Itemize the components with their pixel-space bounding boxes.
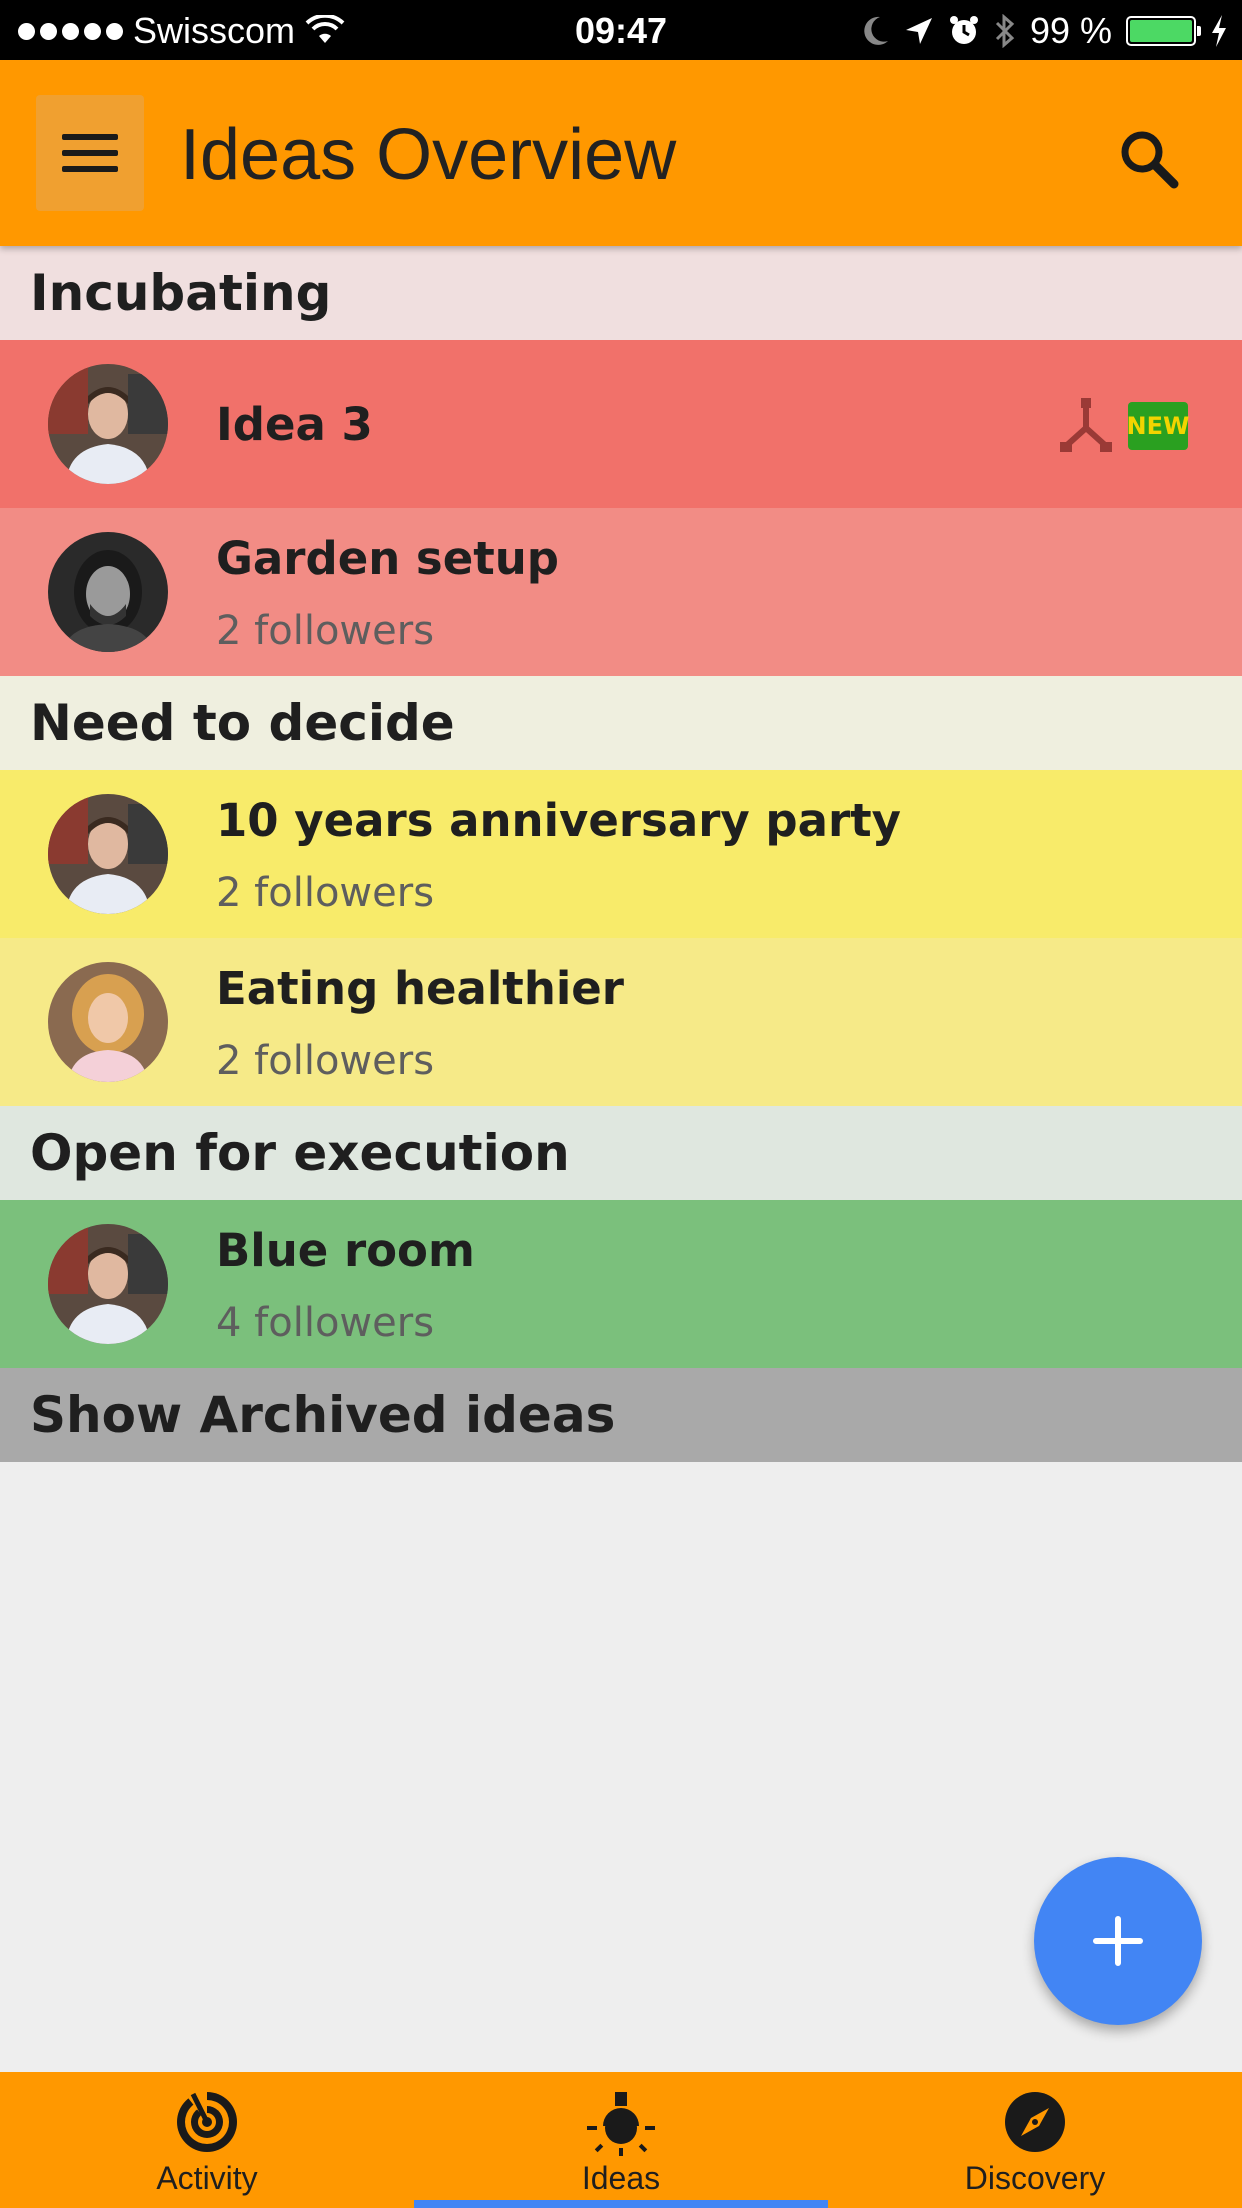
bottom-navigation: Activity Ideas Discovery	[0, 2072, 1242, 2208]
section-header-need-to-decide: Need to decide	[0, 676, 1242, 770]
add-idea-button[interactable]	[1034, 1857, 1202, 2025]
compass-icon	[1005, 2092, 1065, 2152]
activity-radar-icon	[177, 2088, 237, 2152]
battery-percent: 99 %	[1029, 10, 1112, 51]
nav-label: Ideas	[581, 2160, 661, 2196]
app-bar: Ideas Overview	[0, 60, 1242, 246]
ideas-list: Incubating Idea 3 NEW Garden setup 2 fol…	[0, 246, 1242, 1462]
nav-label: Activity	[156, 2160, 258, 2196]
moon-icon	[864, 16, 888, 45]
section-header-incubating: Incubating	[0, 246, 1242, 340]
followers-count: 2 followers	[216, 1038, 435, 1084]
nav-tab-activity[interactable]: Activity	[0, 2072, 414, 2208]
plus-icon	[1093, 1916, 1143, 1966]
followers-count: 4 followers	[216, 1300, 435, 1346]
selected-tab-indicator	[414, 2200, 828, 2208]
fork-icon	[1060, 398, 1112, 452]
search-icon[interactable]	[1110, 120, 1190, 200]
charging-bolt-icon	[1212, 15, 1226, 47]
avatar	[48, 962, 168, 1082]
menu-button[interactable]	[36, 95, 144, 211]
bluetooth-icon	[995, 14, 1015, 48]
list-item[interactable]: Eating healthier 2 followers	[0, 938, 1242, 1106]
list-item[interactable]: 10 years anniversary party 2 followers	[0, 770, 1242, 938]
avatar	[48, 364, 168, 484]
followers-count: 2 followers	[216, 608, 435, 654]
idea-title: Garden setup	[216, 532, 559, 585]
nav-tab-ideas[interactable]: Ideas	[414, 2072, 828, 2208]
idea-title: Eating healthier	[216, 962, 624, 1015]
alarm-icon	[949, 16, 978, 44]
list-item[interactable]: Garden setup 2 followers	[0, 508, 1242, 676]
status-bar: Swisscom 09:47 99 %	[0, 0, 1242, 60]
hamburger-menu-icon	[62, 134, 118, 140]
avatar	[48, 532, 168, 652]
idea-title: Idea 3	[216, 398, 373, 451]
battery-icon	[1126, 16, 1201, 46]
nav-label: Discovery	[964, 2160, 1106, 2196]
list-item[interactable]: Idea 3 NEW	[0, 340, 1242, 508]
nav-tab-discovery[interactable]: Discovery	[828, 2072, 1242, 2208]
idea-title: Blue room	[216, 1224, 475, 1277]
lightbulb-icon	[587, 2092, 655, 2156]
new-badge: NEW	[1127, 402, 1189, 450]
avatar	[48, 794, 168, 914]
avatar	[48, 1224, 168, 1344]
location-arrow-icon	[905, 18, 932, 44]
followers-count: 2 followers	[216, 870, 435, 916]
show-archived-ideas-button[interactable]: Show Archived ideas	[0, 1368, 1242, 1462]
section-header-open-for-execution: Open for execution	[0, 1106, 1242, 1200]
idea-title: 10 years anniversary party	[216, 794, 902, 847]
list-item[interactable]: Blue room 4 followers	[0, 1200, 1242, 1368]
page-title: Ideas Overview	[180, 115, 677, 195]
